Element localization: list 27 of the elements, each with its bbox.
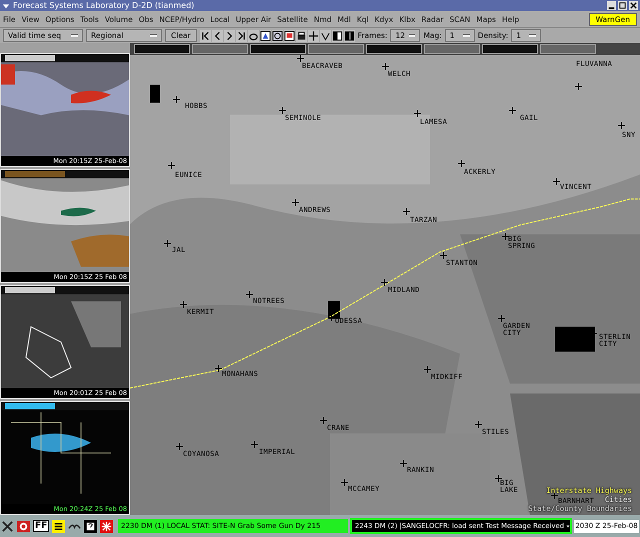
previous-frame-icon[interactable] xyxy=(212,30,223,42)
alert-icon[interactable] xyxy=(100,520,114,532)
window-title: Forecast Systems Laboratory D-2D (tianmed) xyxy=(13,0,194,11)
fast-forward-button[interactable]: FF xyxy=(33,520,50,532)
loop-icon[interactable] xyxy=(248,30,259,42)
last-frame-icon[interactable] xyxy=(236,30,247,42)
image-properties-icon[interactable] xyxy=(260,30,271,42)
refresh-icon[interactable] xyxy=(272,30,283,42)
next-frame-icon[interactable] xyxy=(224,30,235,42)
list-icon[interactable] xyxy=(52,520,66,532)
close-icon[interactable] xyxy=(629,1,638,10)
first-frame-icon[interactable] xyxy=(200,30,211,42)
pan-icon[interactable] xyxy=(308,30,319,42)
zoom-icon[interactable] xyxy=(320,30,331,42)
help-icon[interactable] xyxy=(84,520,98,532)
dropdown-arrow-icon[interactable] xyxy=(566,522,570,530)
print-icon[interactable] xyxy=(296,30,307,42)
logo-icon[interactable] xyxy=(17,520,30,532)
pane-tab[interactable] xyxy=(482,44,538,54)
pane-tab[interactable] xyxy=(250,44,306,54)
maximize-icon[interactable] xyxy=(618,1,627,10)
four-panel-icon[interactable] xyxy=(344,30,355,42)
single-pane-icon[interactable] xyxy=(332,30,343,42)
pane-tab[interactable] xyxy=(366,44,422,54)
pane-tab[interactable] xyxy=(134,44,190,54)
minimize-icon[interactable] xyxy=(607,1,616,10)
image-icon[interactable] xyxy=(284,30,295,42)
